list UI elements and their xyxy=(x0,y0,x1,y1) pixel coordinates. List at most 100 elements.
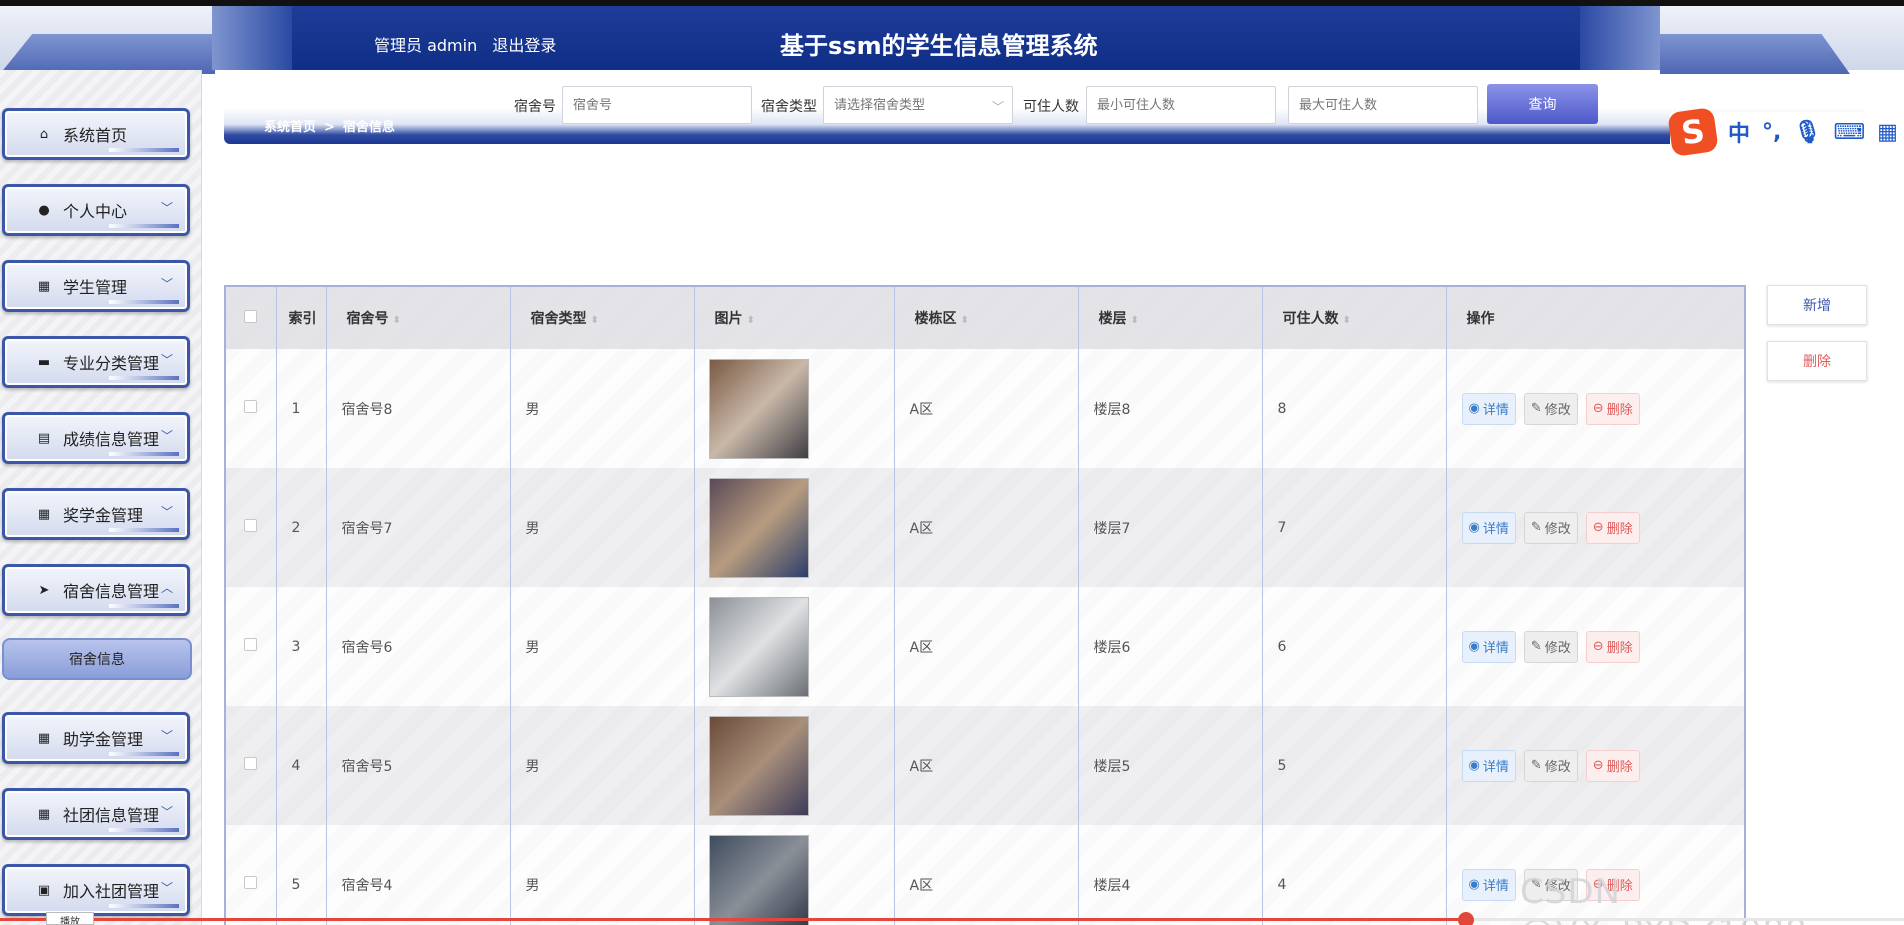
row-checkbox[interactable] xyxy=(244,757,258,770)
breadcrumb-current: 宿舍信息 xyxy=(342,120,395,135)
detail-button[interactable]: ◉ 详情 xyxy=(1461,868,1516,901)
ime-chinese-mode[interactable]: 中 xyxy=(1728,116,1750,148)
max-capacity-input[interactable] xyxy=(1288,86,1478,124)
dorm-photo[interactable] xyxy=(708,596,809,697)
sogou-logo-icon[interactable]: S xyxy=(1667,107,1719,157)
query-button[interactable]: 查询 xyxy=(1487,84,1598,124)
col-index: 索引 xyxy=(276,287,327,349)
row-room-number: 宿舍号7 xyxy=(326,468,511,587)
detail-label: 详情 xyxy=(1482,760,1509,775)
row-floor: 楼层4 xyxy=(1078,825,1263,925)
detail-button[interactable]: ◉ 详情 xyxy=(1461,511,1516,544)
row-capacity: 5 xyxy=(1262,706,1447,825)
row-image-cell xyxy=(694,349,895,468)
sidebar-item[interactable]: ▦ 学生管理 ﹀ xyxy=(2,260,190,312)
row-checkbox[interactable] xyxy=(244,519,258,532)
pencil-icon: ✎ xyxy=(1530,401,1542,416)
player-tab[interactable]: 播放 xyxy=(46,912,94,925)
sidebar-item[interactable]: ⌂ 系统首页 xyxy=(2,108,190,160)
delete-button[interactable]: ⊖ 删除 xyxy=(1585,511,1640,544)
edit-button[interactable]: ✎ 修改 xyxy=(1523,630,1578,663)
sidebar-item[interactable]: ▦ 奖学金管理 ﹀ xyxy=(2,488,190,540)
dorm-photo[interactable] xyxy=(708,477,809,578)
row-building: A区 xyxy=(894,587,1079,706)
apps-grid-icon[interactable]: ▦ xyxy=(1877,120,1898,145)
row-select-cell xyxy=(226,706,277,825)
ime-punctuation[interactable]: °, xyxy=(1762,120,1781,145)
detail-button[interactable]: ◉ 详情 xyxy=(1461,630,1516,663)
delete-button[interactable]: ⊖ 删除 xyxy=(1585,630,1640,663)
col-image[interactable]: 图片 ⬍ xyxy=(694,287,895,349)
edit-button[interactable]: ✎ 修改 xyxy=(1523,511,1578,544)
row-image-cell xyxy=(694,587,895,706)
add-button[interactable]: 新增 xyxy=(1767,285,1867,325)
minus-circle-icon: ⊖ xyxy=(1592,758,1604,773)
batch-delete-button[interactable]: 删除 xyxy=(1767,341,1867,381)
row-checkbox[interactable] xyxy=(244,876,258,889)
sidebar-item[interactable]: ▦ 助学金管理 ﹀ xyxy=(2,712,190,764)
sidebar-item[interactable]: ● 个人中心 ﹀ xyxy=(2,184,190,236)
edit-label: 修改 xyxy=(1544,760,1571,775)
min-capacity-input[interactable] xyxy=(1086,86,1276,124)
row-image-cell xyxy=(694,706,895,825)
sort-icon[interactable]: ⬍ xyxy=(747,315,755,326)
delete-button[interactable]: ⊖ 删除 xyxy=(1585,392,1640,425)
dorm-photo[interactable] xyxy=(708,834,809,925)
sort-icon[interactable]: ⬍ xyxy=(961,315,969,326)
logout-link[interactable]: 退出登录 xyxy=(492,36,556,55)
sidebar-item[interactable]: ▦ 社团信息管理 ﹀ xyxy=(2,788,190,840)
sort-icon[interactable]: ⬍ xyxy=(1131,315,1139,326)
video-progress-knob[interactable] xyxy=(1458,912,1475,925)
col-room-number[interactable]: 宿舍号 ⬍ xyxy=(326,287,511,349)
row-floor: 楼层5 xyxy=(1078,706,1263,825)
sidebar-item[interactable]: ▣ 加入社团管理 ﹀ xyxy=(2,864,190,916)
table-row: 1 宿舍号8 男 A区 楼层8 8 ◉ 详情 ✎ 修改 ⊖ 删除 xyxy=(226,349,1744,468)
row-capacity: 6 xyxy=(1262,587,1447,706)
row-building: A区 xyxy=(894,706,1079,825)
breadcrumb-separator: > xyxy=(324,120,335,135)
sidebar-item[interactable]: ▬ 专业分类管理 ﹀ xyxy=(2,336,190,388)
chevron-down-icon: ﹀ xyxy=(160,277,173,291)
detail-button[interactable]: ◉ 详情 xyxy=(1461,749,1516,782)
eye-icon: ◉ xyxy=(1468,877,1480,892)
sort-icon[interactable]: ⬍ xyxy=(1343,315,1351,326)
row-select-cell xyxy=(226,587,277,706)
row-floor: 楼层6 xyxy=(1078,587,1263,706)
edit-label: 修改 xyxy=(1544,403,1571,418)
row-operations: ◉ 详情 ✎ 修改 ⊖ 删除 xyxy=(1446,468,1744,587)
detail-button[interactable]: ◉ 详情 xyxy=(1461,392,1516,425)
microphone-icon[interactable]: 🎙 xyxy=(1793,120,1821,145)
row-capacity: 4 xyxy=(1262,825,1447,925)
edit-button[interactable]: ✎ 修改 xyxy=(1523,749,1578,782)
select-all-checkbox[interactable] xyxy=(244,309,258,323)
sort-icon[interactable]: ⬍ xyxy=(393,315,401,326)
delete-label: 删除 xyxy=(1606,760,1633,775)
col-floor[interactable]: 楼层 ⬍ xyxy=(1078,287,1263,349)
grid-icon: ▦ xyxy=(37,278,51,294)
dorm-photo[interactable] xyxy=(708,715,809,816)
sidebar-item[interactable]: ➤ 宿舍信息管理 ︿ xyxy=(2,564,190,616)
row-checkbox[interactable] xyxy=(244,638,258,651)
col-room-type[interactable]: 宿舍类型 ⬍ xyxy=(510,287,695,349)
edit-button[interactable]: ✎ 修改 xyxy=(1523,392,1578,425)
delete-button[interactable]: ⊖ 删除 xyxy=(1585,749,1640,782)
row-checkbox[interactable] xyxy=(244,400,258,413)
row-room-type: 男 xyxy=(510,706,695,825)
row-floor: 楼层7 xyxy=(1078,468,1263,587)
col-capacity[interactable]: 可住人数 ⬍ xyxy=(1262,287,1447,349)
col-operations: 操作 xyxy=(1466,311,1495,327)
sort-icon[interactable]: ⬍ xyxy=(591,315,599,326)
delete-label: 删除 xyxy=(1606,641,1633,656)
sidebar-subitem-dorm-info[interactable]: 宿舍信息 xyxy=(2,638,192,680)
row-operations: ◉ 详情 ✎ 修改 ⊖ 删除 xyxy=(1446,587,1744,706)
room-type-select[interactable] xyxy=(823,86,1013,124)
sidebar-item[interactable]: ▤ 成绩信息管理 ﹀ xyxy=(2,412,190,464)
video-progress-bar[interactable] xyxy=(0,912,1904,925)
dorm-photo[interactable] xyxy=(708,358,809,459)
app-header: 管理员 admin 退出登录 基于ssm的学生信息管理系统 xyxy=(0,6,1904,74)
col-building[interactable]: 楼栋区 ⬍ xyxy=(894,287,1079,349)
breadcrumb-home[interactable]: 系统首页 xyxy=(264,120,316,135)
keyboard-icon[interactable]: ⌨ xyxy=(1833,120,1865,145)
table-row: 2 宿舍号7 男 A区 楼层7 7 ◉ 详情 ✎ 修改 ⊖ 删除 xyxy=(226,468,1744,587)
room-number-input[interactable] xyxy=(562,86,752,124)
